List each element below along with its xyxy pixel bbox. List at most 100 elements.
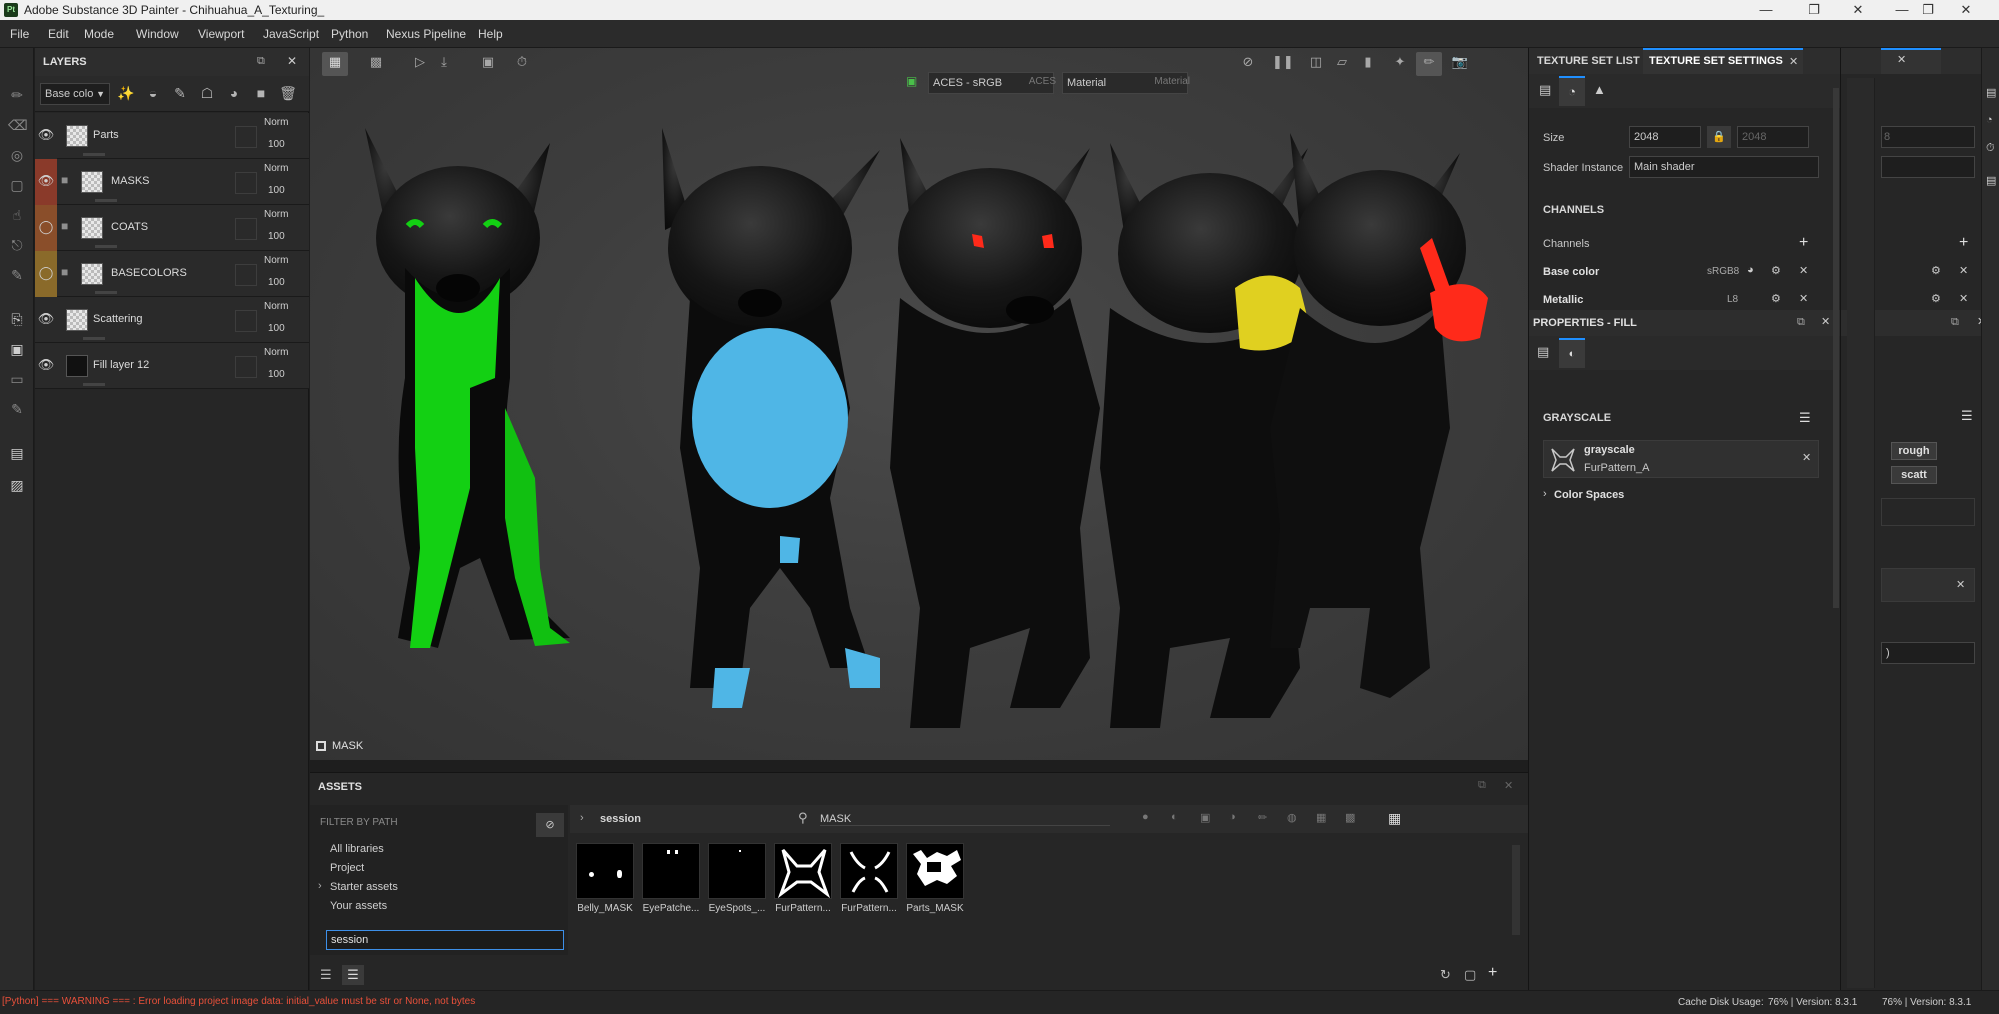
eraser-icon[interactable]: ⌫ (8, 116, 28, 134)
layer-row-masks[interactable]: 👁 ■ MASKS Norm 100 (35, 159, 309, 205)
hide-filter-icon[interactable]: ⊘ (536, 813, 564, 837)
tree-item-your-assets[interactable]: Your assets (330, 900, 387, 912)
asset-scrollbar[interactable] (1512, 845, 1520, 935)
settings-icon[interactable]: ▤ (1539, 82, 1551, 98)
add-asset-icon[interactable]: + (1488, 964, 1497, 982)
uv-icon[interactable]: ▲ (1593, 82, 1606, 97)
menu-nexus-pipeline[interactable]: Nexus Pipeline (386, 27, 466, 41)
menu-list-icon[interactable]: ☰ (1961, 408, 1973, 424)
menu-file[interactable]: File (10, 27, 29, 41)
polygon-fill-icon[interactable]: ▢ (8, 176, 26, 194)
blend-mode-select[interactable]: Norm (264, 117, 288, 128)
shelf-icon[interactable]: ▣ (8, 340, 26, 358)
filter-texture-icon[interactable]: ▣ (1200, 811, 1210, 824)
properties-scrollbar[interactable] (1833, 88, 1839, 608)
mask-slot[interactable] (235, 218, 257, 240)
close-icon[interactable]: ✕ (1840, 0, 1876, 20)
restore-icon[interactable]: ❐ (1910, 0, 1946, 20)
color-spaces-toggle[interactable]: Color Spaces (1554, 489, 1624, 501)
asset-item[interactable]: Parts_MASK (906, 843, 964, 915)
size-select[interactable]: 2048 (1629, 126, 1701, 148)
mask-slot[interactable] (235, 310, 257, 332)
lock-icon[interactable]: 🔒 (1707, 126, 1731, 148)
mask-slot[interactable] (235, 172, 257, 194)
asset-item[interactable]: EyeSpots_... (708, 843, 766, 915)
restore-icon[interactable]: ❐ (1796, 0, 1832, 20)
tab-texture-set-list[interactable]: TEXTURE SET LIST (1537, 55, 1640, 67)
close-icon[interactable]: ✕ (1897, 53, 1906, 66)
menu-list-icon[interactable]: ☰ (1799, 410, 1811, 426)
shader-icon[interactable]: ◔ (1986, 114, 1993, 126)
secondary-resource-slot[interactable]: ✕ (1881, 568, 1975, 602)
path-filter-input[interactable] (326, 930, 564, 950)
eye-icon[interactable]: 👁 (35, 159, 57, 205)
menu-javascript[interactable]: JavaScript (263, 27, 319, 41)
resource-slot[interactable]: grayscale FurPattern_A ✕ (1543, 440, 1819, 478)
mask-slot[interactable] (235, 264, 257, 286)
gear-icon[interactable]: ⚙ (1771, 264, 1781, 277)
filter-procedural-icon[interactable]: ◑ (1229, 811, 1236, 823)
channel-format[interactable]: L8 (1727, 294, 1738, 305)
chevron-right-icon[interactable]: › (1543, 488, 1547, 500)
layer-row-fill-layer-12[interactable]: 👁 Fill layer 12 Norm 100 (35, 343, 309, 389)
menu-edit[interactable]: Edit (48, 27, 69, 41)
eye-icon[interactable]: 👁 (35, 297, 57, 343)
close-icon[interactable]: ✕ (287, 54, 297, 68)
layer-row-parts[interactable]: 👁 Parts Norm 100 (35, 113, 309, 159)
filter-particles-icon[interactable]: ◍ (1287, 811, 1297, 824)
mask-slot[interactable] (235, 356, 257, 378)
eye-icon[interactable]: ◯ (35, 205, 57, 251)
compact-list-icon[interactable]: ☰ (342, 965, 364, 985)
close-icon[interactable]: ✕ (1799, 292, 1808, 305)
close-icon[interactable]: ✕ (1959, 292, 1968, 305)
close-icon[interactable]: ✕ (1959, 264, 1968, 277)
palette-icon[interactable]: ◕ (1747, 264, 1754, 276)
mask-toggle-icon[interactable] (316, 741, 326, 751)
gear-icon[interactable]: ⚙ (1931, 292, 1941, 305)
tree-item-all-libraries[interactable]: All libraries (330, 843, 384, 855)
close-icon[interactable]: ✕ (1799, 264, 1808, 277)
menu-help[interactable]: Help (478, 27, 503, 41)
float-panel-icon[interactable]: ⧉ (1951, 316, 1959, 329)
opacity-value[interactable]: 100 (268, 139, 285, 150)
add-mask-icon[interactable]: ◒ (144, 84, 162, 102)
layer-row-basecolors[interactable]: ◯ ■ BASECOLORS Norm 100 (35, 251, 309, 297)
blend-mode-select[interactable]: Norm (264, 255, 288, 266)
close-icon[interactable]: ✕ (1948, 0, 1984, 20)
breadcrumb[interactable]: session (600, 813, 641, 825)
float-panel-icon[interactable]: ⧉ (1478, 779, 1486, 792)
secondary-bottom-select[interactable]: ) (1881, 642, 1975, 664)
opacity-value[interactable]: 100 (268, 231, 285, 242)
blend-mode-select[interactable]: Norm (264, 301, 288, 312)
fill-settings-icon[interactable]: ▤ (1537, 344, 1549, 360)
menu-window[interactable]: Window (136, 27, 179, 41)
3d-viewport[interactable]: ▦ ▩ ▷ ⤓ ▣ ⏱ ⊘ ❚❚ ◫ ▱ ▮ ✦ ✏ 📷 ▣ ACES - sR… (310, 48, 1528, 760)
new-folder-icon[interactable]: ▢ (1464, 967, 1476, 983)
asset-item[interactable]: EyePatche... (642, 843, 700, 915)
gear-icon[interactable]: ⚙ (1771, 292, 1781, 305)
opacity-value[interactable]: 100 (268, 185, 285, 196)
add-channel-icon[interactable]: + (1799, 234, 1808, 252)
float-panel-icon[interactable]: ⧉ (257, 55, 265, 68)
close-icon[interactable]: ✕ (1789, 55, 1798, 68)
minimize-icon[interactable]: — (1748, 0, 1784, 20)
channel-format[interactable]: sRGB8 (1707, 266, 1739, 277)
asset-item[interactable]: Belly_MASK (576, 843, 634, 915)
grid-view-icon[interactable]: ▦ (1388, 810, 1401, 827)
mask-slot[interactable] (235, 126, 257, 148)
chevron-right-icon[interactable]: › (580, 812, 584, 824)
library-icon[interactable]: ▨ (8, 476, 26, 494)
grayscale-tab-icon[interactable]: ◐ (1559, 338, 1585, 368)
paint-brush-icon[interactable]: ✏ (8, 86, 26, 104)
add-fill-layer-icon[interactable]: ☖ (198, 84, 216, 102)
chevron-right-icon[interactable]: › (318, 880, 322, 892)
blend-mode-select[interactable]: Norm (264, 163, 288, 174)
menu-mode[interactable]: Mode (84, 27, 114, 41)
add-effect-icon[interactable]: ✨ (117, 84, 135, 102)
add-folder-icon[interactable]: ■ (252, 84, 270, 102)
assets-search-input[interactable]: MASK (820, 813, 1110, 826)
history-icon[interactable]: ⏱ (1986, 142, 1995, 155)
log-icon[interactable]: ▤ (1986, 174, 1996, 187)
close-icon[interactable]: ✕ (1956, 578, 1965, 591)
filter-material-icon[interactable]: ● (1142, 811, 1149, 823)
